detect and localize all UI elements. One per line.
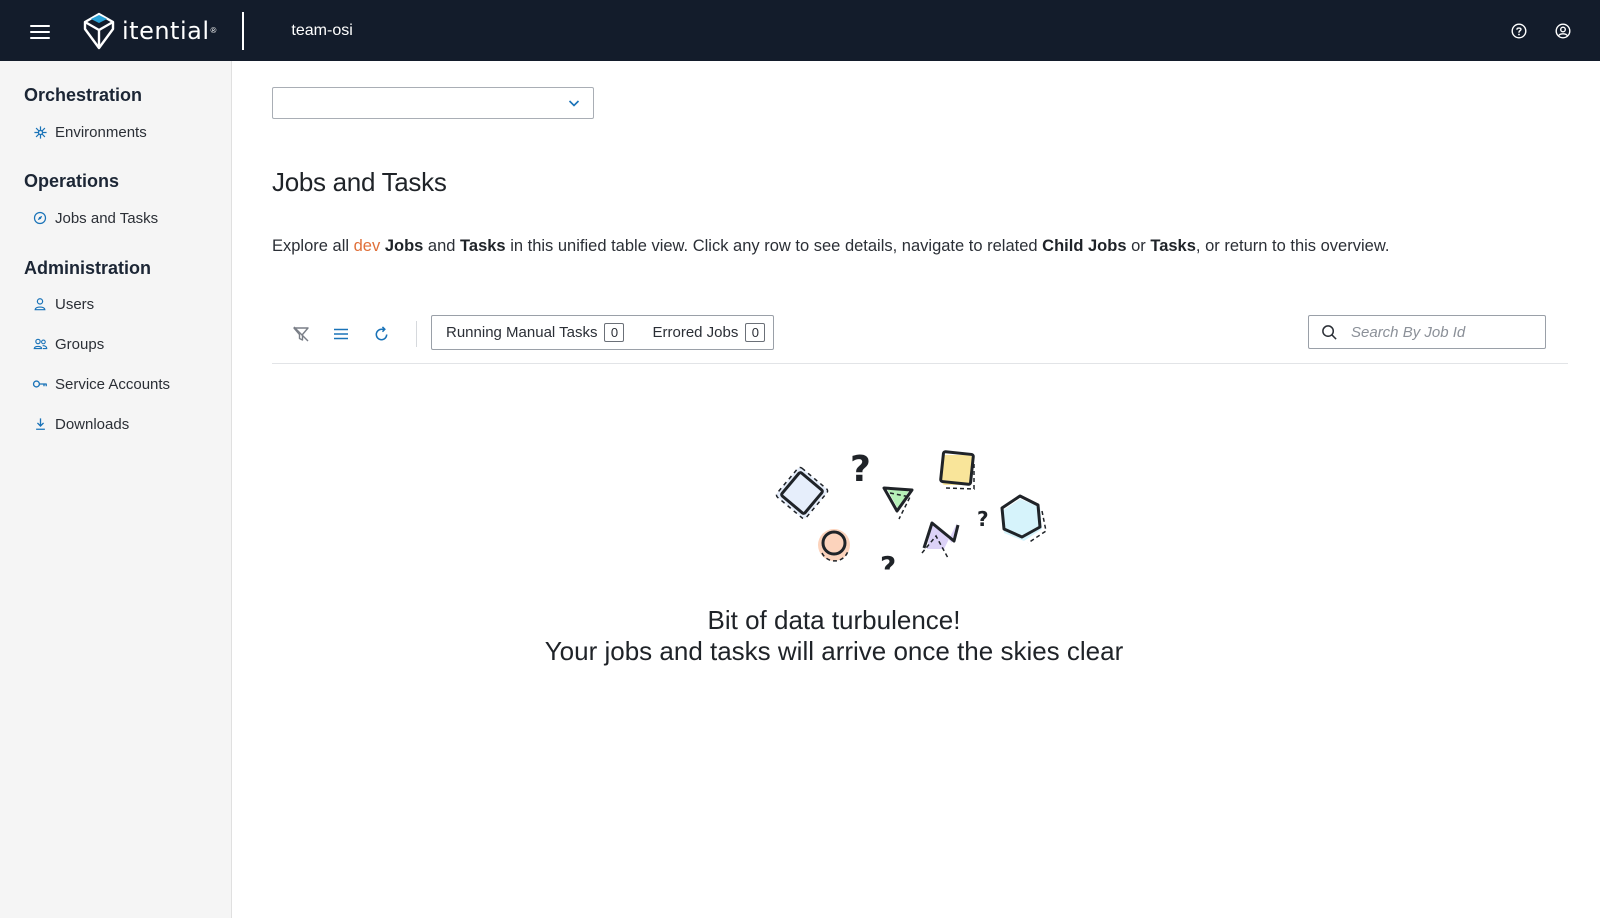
sidebar: Orchestration Environments Operations Jo… <box>0 61 232 918</box>
hamburger-menu-icon[interactable] <box>30 22 52 40</box>
environment-select[interactable] <box>272 87 594 119</box>
brand-registered-mark: ® <box>210 26 217 35</box>
compass-icon <box>32 210 48 226</box>
description-bold: Tasks <box>1150 237 1196 255</box>
download-icon <box>32 416 48 432</box>
empty-state-line-1: Bit of data turbulence! <box>707 605 961 635</box>
sidebar-item-groups[interactable]: Groups <box>0 330 104 358</box>
description-text: , or return to this overview. <box>1195 237 1390 255</box>
chevron-down-icon <box>567 96 581 115</box>
filter-icon[interactable] <box>290 323 312 345</box>
empty-state-message: Bit of data turbulence! Your jobs and ta… <box>232 605 1600 667</box>
description-text: or <box>1126 237 1151 255</box>
list-view-icon[interactable] <box>330 323 352 345</box>
sidebar-item-label: Downloads <box>55 415 130 433</box>
sidebar-section-administration: Administration <box>24 258 152 278</box>
itential-logo[interactable]: itential ® <box>82 11 216 51</box>
brand-name: itential <box>122 16 210 45</box>
topbar-divider <box>242 11 245 50</box>
tab-running-manual-tasks[interactable]: Running Manual Tasks 0 <box>446 323 625 342</box>
sidebar-item-service-accounts[interactable]: Service Accounts <box>0 370 170 398</box>
table-toolbar: Running Manual Tasks 0 Errored Jobs 0 <box>272 315 1568 364</box>
job-search <box>1308 315 1546 349</box>
tab-errored-jobs[interactable]: Errored Jobs 0 <box>652 323 766 342</box>
sidebar-item-label: Environments <box>55 123 147 141</box>
environments-icon <box>32 124 48 140</box>
help-icon[interactable] <box>1508 20 1530 42</box>
sidebar-item-label: Groups <box>55 335 105 353</box>
sidebar-item-downloads[interactable]: Downloads <box>0 410 129 438</box>
main-content: Jobs and Tasks Explore all dev Jobs and … <box>232 61 1600 918</box>
description-text: Explore all <box>272 237 354 255</box>
tab-label: Errored Jobs <box>652 324 739 341</box>
sidebar-item-label: Jobs and Tasks <box>55 209 159 227</box>
user-account-icon[interactable] <box>1552 20 1574 42</box>
description-text: and <box>423 237 461 255</box>
sidebar-section-orchestration: Orchestration <box>24 85 143 105</box>
workspace-name[interactable]: team-osi <box>291 22 352 40</box>
quick-filter-tabs: Running Manual Tasks 0 Errored Jobs 0 <box>431 315 774 350</box>
sidebar-item-jobs-and-tasks[interactable]: Jobs and Tasks <box>0 204 158 232</box>
sidebar-item-label: Users <box>55 295 95 313</box>
sidebar-item-users[interactable]: Users <box>0 290 94 318</box>
description-bold: Child Jobs <box>1042 237 1127 255</box>
empty-state-illustration: ? ? ? <box>775 449 1047 571</box>
top-bar: itential ® team-osi <box>0 0 1600 61</box>
itential-logo-icon <box>83 12 115 49</box>
count-badge: 0 <box>745 323 766 342</box>
svg-text:?: ? <box>977 507 989 531</box>
sidebar-item-environments[interactable]: Environments <box>0 118 147 146</box>
sidebar-section-operations: Operations <box>24 171 120 191</box>
topbar-actions <box>1508 20 1574 42</box>
toolbar-separator <box>416 321 417 347</box>
tab-label: Running Manual Tasks <box>446 324 598 341</box>
count-badge: 0 <box>604 323 625 342</box>
search-input[interactable] <box>1351 323 1531 341</box>
empty-state-line-2: Your jobs and tasks will arrive once the… <box>544 636 1124 666</box>
key-icon <box>32 376 48 392</box>
svg-text:?: ? <box>880 550 896 571</box>
search-icon <box>1319 322 1339 342</box>
refresh-icon[interactable] <box>370 323 392 345</box>
groups-icon <box>32 336 48 352</box>
description-text: in this unified table view. Click any ro… <box>505 237 1043 255</box>
description-bold: Tasks <box>460 237 506 255</box>
description-bold: Jobs <box>384 237 424 255</box>
svg-text:?: ? <box>850 449 871 490</box>
page-description: Explore all dev Jobs and Tasks in this u… <box>272 237 1389 256</box>
page-title: Jobs and Tasks <box>272 167 447 197</box>
user-icon <box>32 296 48 312</box>
sidebar-item-label: Service Accounts <box>55 375 171 393</box>
environment-name: dev <box>353 237 381 255</box>
